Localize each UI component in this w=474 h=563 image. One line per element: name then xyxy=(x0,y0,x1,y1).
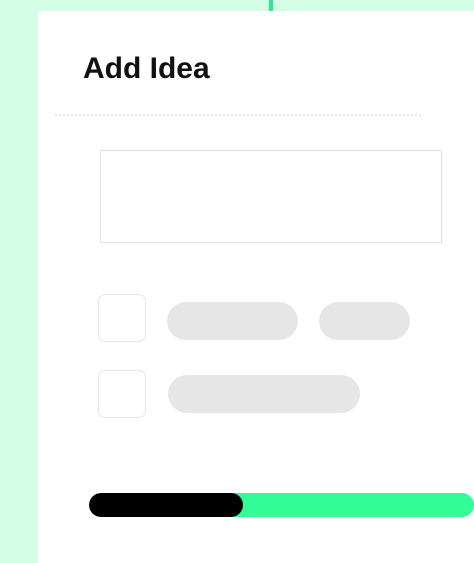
option-label-placeholder xyxy=(319,302,410,340)
progress-fill xyxy=(89,493,243,517)
option-label-placeholder xyxy=(168,375,360,413)
progress-bar xyxy=(89,493,474,517)
option-checkbox-1[interactable] xyxy=(98,294,146,342)
panel-title: Add Idea xyxy=(83,52,210,85)
title-divider xyxy=(55,114,421,116)
add-idea-panel: Add Idea xyxy=(38,11,474,563)
option-label-placeholder xyxy=(167,302,298,340)
option-checkbox-2[interactable] xyxy=(98,370,146,418)
idea-text-input[interactable] xyxy=(100,150,442,243)
